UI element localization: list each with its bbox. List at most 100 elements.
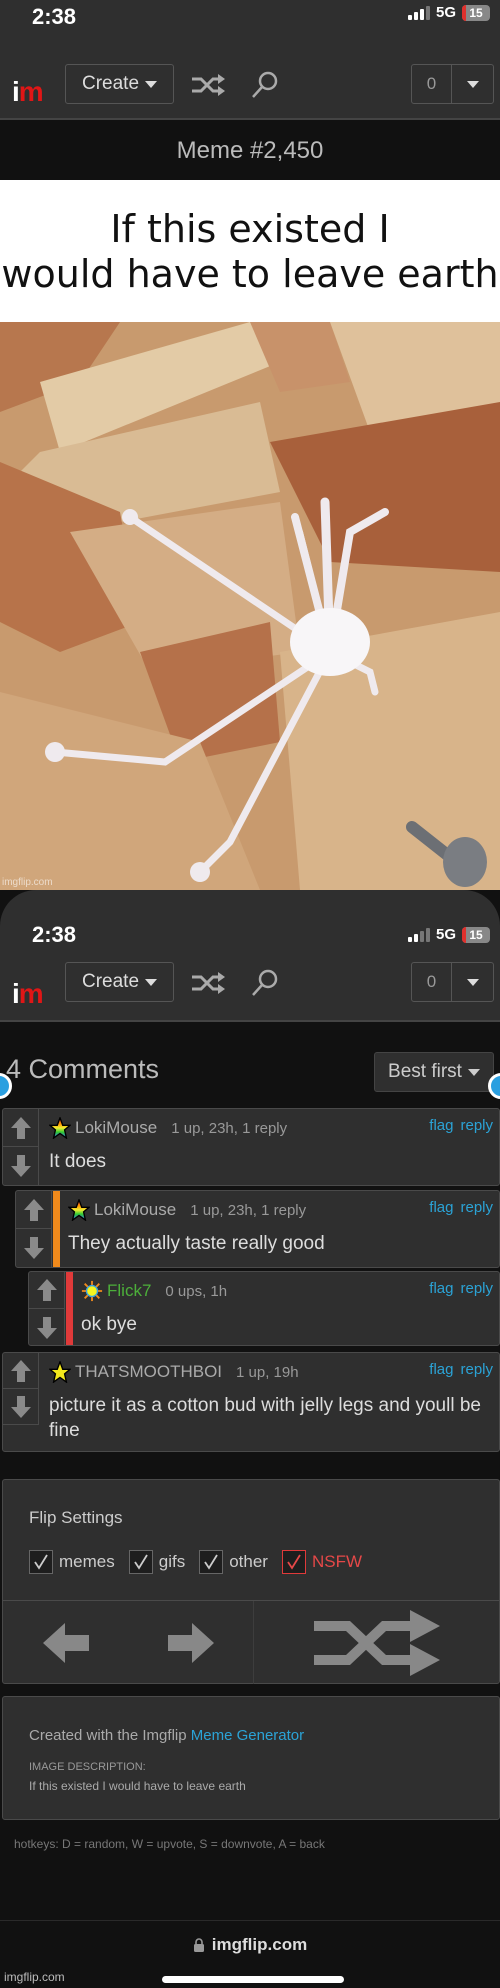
top-nav-2: im Create 0 xyxy=(0,958,500,1022)
upvote-icon[interactable] xyxy=(29,1272,64,1309)
comment: Flick7 0 ups, 1h flag reply ok bye xyxy=(28,1271,500,1346)
lock-icon xyxy=(193,1938,204,1952)
other-label[interactable]: other xyxy=(229,1552,268,1572)
battery-level-2: 15 xyxy=(469,927,483,942)
photo-illustration xyxy=(0,322,500,890)
comment-username[interactable]: Flick7 xyxy=(107,1281,151,1301)
reply-depth-bar xyxy=(53,1191,60,1267)
chevron-down-icon[interactable] xyxy=(452,963,493,1001)
gifs-checkbox[interactable] xyxy=(128,1550,153,1574)
nsfw-checkbox[interactable] xyxy=(281,1550,306,1574)
battery-icon: 15 xyxy=(462,4,490,21)
previous-button[interactable] xyxy=(3,1601,128,1685)
nsfw-label[interactable]: NSFW xyxy=(312,1552,362,1572)
downvote-icon[interactable] xyxy=(3,1389,38,1425)
upvote-icon[interactable] xyxy=(3,1109,38,1147)
arrow-right-icon xyxy=(167,1623,214,1663)
shuffle-icon xyxy=(313,1610,440,1676)
browser-url-bar[interactable]: imgflip.com xyxy=(0,1920,500,1988)
comment-text: ok bye xyxy=(81,1314,137,1335)
notification-menu[interactable]: 0 xyxy=(411,64,494,104)
imgflip-logo[interactable]: im xyxy=(12,76,44,107)
meme-photo: imgflip.com xyxy=(0,322,500,890)
flip-options: memes gifs other NSFW xyxy=(29,1550,376,1574)
comment-header: THATSMOOTHBOI 1 up, 19h xyxy=(49,1361,299,1383)
logo-i: i xyxy=(12,978,20,1009)
comment-username[interactable]: THATSMOOTHBOI xyxy=(75,1362,222,1382)
memes-label[interactable]: memes xyxy=(59,1552,115,1572)
flip-settings-panel: Flip Settings memes gifs other NSFW xyxy=(2,1479,500,1684)
vote-controls xyxy=(3,1353,39,1425)
reply-link[interactable]: reply xyxy=(460,1117,493,1134)
sort-dropdown[interactable]: Best first xyxy=(374,1052,494,1092)
comment-username[interactable]: LokiMouse xyxy=(75,1118,157,1138)
flag-link[interactable]: flag xyxy=(429,1117,453,1134)
comment-header: LokiMouse 1 up, 23h, 1 reply xyxy=(68,1199,306,1221)
meme-title: Meme #2,450 xyxy=(0,122,500,179)
vote-controls xyxy=(16,1191,52,1267)
notification-count[interactable]: 0 xyxy=(412,963,452,1001)
create-label: Create xyxy=(81,73,140,94)
downvote-icon[interactable] xyxy=(3,1147,38,1185)
flip-settings-title: Flip Settings xyxy=(29,1508,123,1527)
create-button[interactable]: Create xyxy=(65,962,174,1002)
meme-generator-link[interactable]: Meme Generator xyxy=(191,1727,304,1744)
meme-image[interactable]: If this existed Iwould have to leave ear… xyxy=(0,180,500,890)
flag-link[interactable]: flag xyxy=(429,1280,453,1297)
comment-header: Flick7 0 ups, 1h xyxy=(81,1280,227,1302)
shuffle-icon[interactable] xyxy=(190,70,226,100)
comment-text: They actually taste really good xyxy=(68,1233,325,1254)
gifs-label[interactable]: gifs xyxy=(159,1552,185,1572)
comment: LokiMouse 1 up, 23h, 1 reply flag reply I… xyxy=(2,1108,500,1186)
reply-link[interactable]: reply xyxy=(460,1199,493,1216)
imgflip-logo[interactable]: im xyxy=(12,978,44,1009)
comment-username[interactable]: LokiMouse xyxy=(94,1200,176,1220)
random-button[interactable] xyxy=(254,1601,499,1685)
downvote-icon[interactable] xyxy=(16,1229,51,1267)
notification-menu[interactable]: 0 xyxy=(411,962,494,1002)
flag-link[interactable]: flag xyxy=(429,1361,453,1378)
other-checkbox[interactable] xyxy=(199,1550,224,1574)
comment: THATSMOOTHBOI 1 up, 19h flag reply pictur… xyxy=(2,1352,500,1452)
flip-navigation xyxy=(3,1600,499,1684)
credits-panel: Created with the Imgflip Meme Generator … xyxy=(2,1696,500,1820)
comment-actions: flag reply xyxy=(429,1117,493,1134)
status-time: 2:38 xyxy=(32,4,77,29)
upvote-icon[interactable] xyxy=(3,1353,38,1389)
downvote-icon[interactable] xyxy=(29,1309,64,1346)
credits-prefix: Created with the Imgflip xyxy=(29,1727,191,1744)
status-indicators: 5G 15 xyxy=(407,4,490,21)
shuffle-icon[interactable] xyxy=(190,968,226,998)
signal-icon xyxy=(407,5,430,20)
search-icon[interactable] xyxy=(248,70,284,100)
home-indicator[interactable] xyxy=(162,1976,344,1983)
battery-level: 15 xyxy=(469,5,483,20)
network-label-2: 5G xyxy=(435,926,456,943)
rainbow-star-icon xyxy=(49,1117,71,1139)
logo-i: i xyxy=(12,76,20,107)
comment-text: It does xyxy=(49,1151,107,1172)
chevron-down-icon[interactable] xyxy=(452,65,493,103)
caret-down-icon xyxy=(145,80,158,88)
status-time-2: 2:38 xyxy=(32,922,77,947)
create-button[interactable]: Create xyxy=(65,64,174,104)
notification-count[interactable]: 0 xyxy=(412,65,452,103)
reply-link[interactable]: reply xyxy=(460,1361,493,1378)
memes-checkbox[interactable] xyxy=(29,1550,53,1574)
search-icon[interactable] xyxy=(248,968,284,998)
reply-link[interactable]: reply xyxy=(460,1280,493,1297)
upvote-icon[interactable] xyxy=(16,1191,51,1229)
flag-link[interactable]: flag xyxy=(429,1199,453,1216)
caption-line-1: If this existed I xyxy=(110,207,390,251)
url-display[interactable]: imgflip.com xyxy=(0,1935,500,1955)
comment: LokiMouse 1 up, 23h, 1 reply flag reply T… xyxy=(15,1190,500,1268)
logo-m: m xyxy=(18,978,44,1009)
status-bar: 2:38 5G 15 xyxy=(0,0,500,60)
caret-down-icon xyxy=(467,1068,480,1076)
vote-controls xyxy=(29,1272,65,1346)
created-with: Created with the Imgflip Meme Generator xyxy=(29,1727,304,1744)
next-button[interactable] xyxy=(128,1601,253,1685)
status-bar-2: 2:38 5G 15 xyxy=(0,890,500,958)
battery-icon: 15 xyxy=(462,926,490,943)
reply-depth-bar xyxy=(66,1272,73,1345)
